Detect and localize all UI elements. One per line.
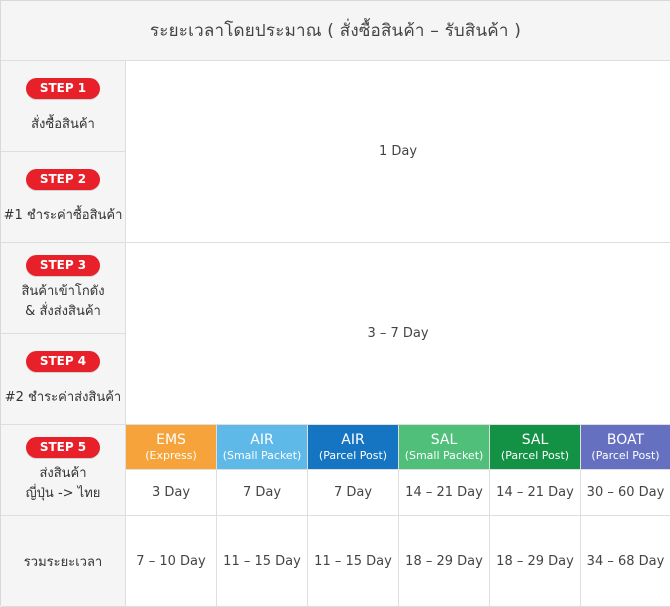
method-air-small-header: AIR (Small Packet) — [217, 425, 308, 470]
total-ems: 7 – 10 Day — [126, 516, 217, 607]
step-4-badge: STEP 4 — [26, 350, 100, 372]
step-2-badge: STEP 2 — [26, 168, 100, 190]
method-type: (Express) — [145, 448, 197, 462]
total-air-small: 11 – 15 Day — [217, 516, 308, 607]
step-5-badge: STEP 5 — [26, 436, 100, 458]
method-name: SAL — [521, 431, 549, 448]
step-4-cell: STEP 4 #2 ชำระค่าส่งสินค้า — [1, 334, 126, 425]
method-type: (Small Packet) — [404, 448, 484, 462]
method-ems-days: 3 Day — [126, 470, 217, 516]
total-air-parcel: 11 – 15 Day — [308, 516, 399, 607]
method-air-small-days: 7 Day — [217, 470, 308, 516]
method-type: (Parcel Post) — [591, 448, 660, 462]
step-1-label: สั่งซื้อสินค้า — [31, 116, 95, 132]
step-3-cell: STEP 3 สินค้าเข้าโกดัง & สั่งส่งสินค้า — [1, 243, 126, 334]
total-label: รวมระยะเวลา — [23, 554, 103, 570]
method-air-parcel-days: 7 Day — [308, 470, 399, 516]
total-boat: 34 – 68 Day — [581, 516, 670, 607]
method-name: SAL — [430, 431, 458, 448]
method-type: (Parcel Post) — [500, 448, 570, 462]
step-3-label: สินค้าเข้าโกดัง & สั่งส่งสินค้า — [21, 283, 105, 319]
method-sal-small-days: 14 – 21 Day — [399, 470, 490, 516]
method-name: AIR — [250, 431, 274, 448]
method-sal-small-header: SAL (Small Packet) — [399, 425, 490, 470]
step-1-cell: STEP 1 สั่งซื้อสินค้า — [1, 61, 126, 152]
table-title: ระยะเวลาโดยประมาณ ( สั่งซื้อสินค้า – รับ… — [1, 1, 670, 61]
step-2-cell: STEP 2 #1 ชำระค่าซื้อสินค้า — [1, 152, 126, 243]
total-sal-parcel: 18 – 29 Day — [490, 516, 581, 607]
step-1-badge: STEP 1 — [26, 77, 100, 99]
method-sal-parcel-header: SAL (Parcel Post) — [490, 425, 581, 470]
method-boat-days: 30 – 60 Day — [581, 470, 670, 516]
step-5-label: ส่งสินค้า ญี่ปุ่น -> ไทย — [25, 465, 101, 501]
method-name: BOAT — [606, 431, 645, 448]
shipping-time-table: ระยะเวลาโดยประมาณ ( สั่งซื้อสินค้า – รับ… — [0, 0, 670, 607]
total-label-cell: รวมระยะเวลา — [1, 516, 126, 607]
step-1-2-duration: 1 Day — [126, 61, 670, 243]
method-type: (Parcel Post) — [318, 448, 388, 462]
total-sal-small: 18 – 29 Day — [399, 516, 490, 607]
step-5-cell: STEP 5 ส่งสินค้า ญี่ปุ่น -> ไทย — [1, 425, 126, 516]
method-sal-parcel-days: 14 – 21 Day — [490, 470, 581, 516]
step-2-label: #1 ชำระค่าซื้อสินค้า — [3, 207, 123, 223]
method-name: AIR — [341, 431, 365, 448]
step-3-4-duration: 3 – 7 Day — [126, 243, 670, 425]
step-3-badge: STEP 3 — [26, 254, 100, 276]
method-boat-header: BOAT (Parcel Post) — [581, 425, 670, 470]
method-ems-header: EMS (Express) — [126, 425, 217, 470]
step-4-label: #2 ชำระค่าส่งสินค้า — [4, 389, 122, 405]
method-type: (Small Packet) — [222, 448, 302, 462]
method-name: EMS — [156, 431, 186, 448]
method-air-parcel-header: AIR (Parcel Post) — [308, 425, 399, 470]
